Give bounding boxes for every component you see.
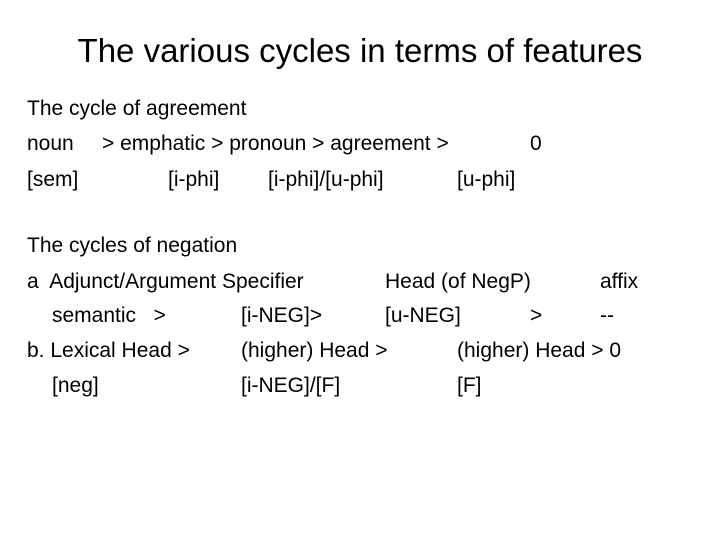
negation-a-dash: --: [600, 304, 614, 327]
agreement-zero: 0: [530, 132, 542, 155]
negation-b-higher-head-2: (higher) Head > 0: [457, 339, 622, 362]
agreement-noun: noun: [27, 132, 74, 155]
negation-a-semantic: semantic >: [52, 304, 166, 327]
negation-b-neg: [neg]: [52, 374, 99, 397]
negation-b-i-neg-f: [i-NEG]/[F]: [241, 374, 341, 397]
negation-a-affix: affix: [600, 270, 639, 293]
slide-title: The various cycles in terms of features: [77, 32, 643, 69]
negation-a-head: Head (of NegP): [385, 270, 531, 293]
negation-b-higher-head-1: (higher) Head >: [241, 339, 388, 362]
agreement-heading: The cycle of agreement: [27, 97, 247, 120]
negation-a-specifier: a Adjunct/Argument Specifier: [27, 270, 304, 293]
feature-sem: [sem]: [27, 168, 79, 191]
negation-a-arrow: >: [530, 304, 543, 327]
negation-b-lexical: b. Lexical Head >: [27, 339, 190, 362]
feature-i-phi: [i-phi]: [168, 168, 220, 191]
negation-b-f: [F]: [457, 374, 482, 397]
feature-i-u-phi: [i-phi]/[u-phi]: [268, 168, 384, 191]
agreement-chain: > emphatic > pronoun > agreement >: [102, 132, 449, 155]
negation-heading: The cycles of negation: [27, 234, 238, 257]
negation-a-u-neg: [u-NEG]: [385, 304, 461, 327]
feature-u-phi: [u-phi]: [457, 168, 516, 191]
negation-a-i-neg: [i-NEG]>: [241, 304, 323, 327]
